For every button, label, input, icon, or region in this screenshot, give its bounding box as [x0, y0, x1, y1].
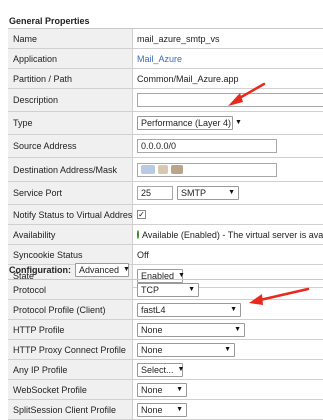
general-properties-table: Name mail_azure_smtp_vs Application Mail… [8, 28, 323, 288]
source-address-input[interactable] [137, 139, 277, 153]
syncookie-label: Syncookie Status [8, 245, 133, 264]
type-label: Type [8, 112, 133, 134]
configuration-mode-value: Advanced [79, 265, 120, 275]
service-port-select-value: SMTP [181, 188, 207, 198]
websocket-row: WebSocket Profile None ▼ [8, 380, 323, 400]
websocket-select-value: None [141, 384, 163, 395]
chevron-down-icon: ▼ [228, 189, 235, 196]
splitsession-row: SplitSession Client Profile None ▼ [8, 400, 323, 420]
chevron-down-icon: ▼ [188, 285, 195, 293]
name-row: Name mail_azure_smtp_vs [8, 29, 323, 49]
type-select-value: Performance (Layer 4) [141, 118, 232, 128]
notify-label: Notify Status to Virtual Address [8, 205, 133, 224]
source-row: Source Address [8, 135, 323, 158]
name-value: mail_azure_smtp_vs [137, 33, 220, 44]
type-row: Type Performance (Layer 4) ▼ [8, 112, 323, 135]
description-row: Description [8, 89, 323, 112]
service-port-select[interactable]: SMTP ▼ [177, 186, 239, 200]
chevron-down-icon: ▼ [224, 345, 231, 353]
application-label: Application [8, 49, 133, 68]
syncookie-value: Off [137, 249, 149, 260]
http-profile-label: HTTP Profile [8, 320, 133, 339]
http-profile-row: HTTP Profile None ▼ [8, 320, 323, 340]
configuration-table: Protocol TCP ▼ Protocol Profile (Client)… [8, 279, 323, 420]
chevron-down-icon: ▼ [176, 385, 183, 393]
service-port-label: Service Port [8, 182, 133, 204]
general-properties-title: General Properties [9, 16, 90, 26]
notify-row: Notify Status to Virtual Address ✓ [8, 205, 323, 225]
partition-label: Partition / Path [8, 69, 133, 88]
any-ip-row: Any IP Profile Select... ▼ [8, 360, 323, 380]
splitsession-label: SplitSession Client Profile [8, 400, 133, 419]
any-ip-select[interactable]: Select... ▼ [137, 362, 185, 377]
protocol-profile-row: Protocol Profile (Client) fastL4 ▼ [8, 300, 323, 320]
service-port-row: Service Port SMTP ▼ [8, 182, 323, 205]
chevron-down-icon: ▼ [123, 266, 130, 273]
availability-row: Availability Available (Enabled) - The v… [8, 225, 323, 245]
http-proxy-select[interactable]: None ▼ [137, 342, 235, 357]
protocol-select-value: TCP [141, 284, 159, 295]
configuration-mode-select[interactable]: Advanced ▼ [75, 263, 130, 277]
availability-label: Availability [8, 225, 133, 244]
destination-address-input[interactable] [137, 162, 277, 177]
protocol-profile-label: Protocol Profile (Client) [8, 300, 133, 319]
chevron-down-icon: ▼ [177, 365, 185, 373]
splitsession-select[interactable]: None ▼ [137, 402, 187, 417]
protocol-profile-select-value: fastL4 [141, 304, 166, 315]
notify-checkbox[interactable]: ✓ [137, 210, 146, 219]
destination-row: Destination Address/Mask [8, 158, 323, 182]
websocket-label: WebSocket Profile [8, 380, 133, 399]
partition-value: Common/Mail_Azure.app [137, 73, 239, 84]
http-profile-select-value: None [141, 324, 163, 335]
status-available-icon [137, 230, 139, 239]
redacted-block [171, 165, 183, 174]
description-input[interactable] [137, 93, 323, 107]
splitsession-select-value: None [141, 404, 163, 415]
http-proxy-row: HTTP Proxy Connect Profile None ▼ [8, 340, 323, 360]
type-select[interactable]: Performance (Layer 4) ▼ [137, 116, 242, 130]
redacted-block [141, 165, 155, 174]
chevron-down-icon: ▼ [230, 305, 237, 313]
protocol-row: Protocol TCP ▼ [8, 280, 323, 300]
protocol-profile-select[interactable]: fastL4 ▼ [137, 302, 241, 317]
configuration-title: Configuration: [9, 265, 71, 275]
service-port-input[interactable] [137, 186, 173, 200]
http-profile-select[interactable]: None ▼ [137, 322, 245, 337]
any-ip-label: Any IP Profile [8, 360, 133, 379]
description-label: Description [8, 89, 133, 111]
redacted-block [158, 165, 168, 174]
http-proxy-select-value: None [141, 344, 163, 355]
partition-row: Partition / Path Common/Mail_Azure.app [8, 69, 323, 89]
http-proxy-label: HTTP Proxy Connect Profile [8, 340, 133, 359]
configuration-header: Configuration: Advanced ▼ [9, 263, 130, 277]
chevron-down-icon: ▼ [234, 325, 241, 333]
protocol-select[interactable]: TCP ▼ [137, 282, 199, 297]
chevron-down-icon: ▼ [176, 405, 183, 413]
availability-value: Available (Enabled) - The virtual server… [142, 229, 323, 240]
destination-label: Destination Address/Mask [8, 158, 133, 181]
any-ip-select-value: Select... [141, 364, 174, 375]
application-row: Application Mail_Azure [8, 49, 323, 69]
name-label: Name [8, 29, 133, 48]
protocol-label: Protocol [8, 280, 133, 299]
application-link[interactable]: Mail_Azure [137, 54, 182, 64]
source-label: Source Address [8, 135, 133, 157]
chevron-down-icon: ▼ [235, 119, 242, 126]
websocket-select[interactable]: None ▼ [137, 382, 187, 397]
syncookie-row: Syncookie Status Off [8, 245, 323, 265]
